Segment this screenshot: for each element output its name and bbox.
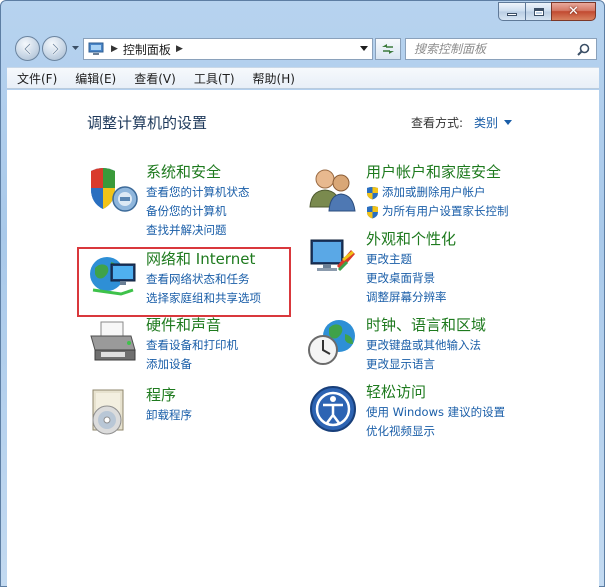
programs-disc-icon[interactable] bbox=[87, 386, 139, 438]
clock-globe-icon[interactable] bbox=[307, 316, 359, 368]
category-title[interactable]: 外观和个性化 bbox=[366, 230, 456, 249]
category-title[interactable]: 网络和 Internet bbox=[146, 250, 261, 269]
menu-bar: 文件(F) 编辑(E) 查看(V) 工具(T) 帮助(H) bbox=[7, 67, 599, 89]
maximize-button[interactable] bbox=[525, 2, 551, 21]
category-title[interactable]: 程序 bbox=[146, 386, 192, 405]
view-by-label: 查看方式: bbox=[411, 116, 464, 130]
search-input[interactable] bbox=[414, 42, 569, 56]
menu-view[interactable]: 查看(V) bbox=[124, 70, 184, 87]
link-windows-recommended-settings[interactable]: 使用 Windows 建议的设置 bbox=[366, 403, 505, 422]
shield-pc-icon[interactable] bbox=[87, 163, 139, 215]
ease-of-access-icon[interactable] bbox=[307, 383, 359, 435]
view-by-value[interactable]: 类别 bbox=[474, 114, 498, 131]
chevron-down-icon bbox=[71, 46, 79, 50]
link-add-remove-users[interactable]: 添加或删除用户帐户 bbox=[366, 183, 509, 202]
category-network: 网络和 Internet 查看网络状态和任务 选择家庭组和共享选项 bbox=[87, 250, 261, 308]
category-title[interactable]: 用户帐户和家庭安全 bbox=[366, 163, 509, 182]
category-title[interactable]: 系统和安全 bbox=[146, 163, 250, 182]
category-ease-of-access: 轻松访问 使用 Windows 建议的设置 优化视频显示 bbox=[307, 383, 505, 441]
chevron-down-icon bbox=[504, 120, 513, 125]
close-icon: ✕ bbox=[568, 4, 579, 19]
search-box[interactable] bbox=[405, 38, 597, 60]
link-troubleshoot[interactable]: 查找并解决问题 bbox=[146, 221, 250, 240]
link-add-device[interactable]: 添加设备 bbox=[146, 355, 238, 374]
uac-shield-icon bbox=[367, 186, 378, 199]
link-parental-controls[interactable]: 为所有用户设置家长控制 bbox=[366, 202, 509, 221]
arrow-right-icon bbox=[51, 42, 60, 55]
category-title[interactable]: 轻松访问 bbox=[366, 383, 505, 402]
maximize-icon bbox=[533, 7, 544, 16]
link-homegroup-sharing[interactable]: 选择家庭组和共享选项 bbox=[146, 289, 261, 308]
category-title[interactable]: 硬件和声音 bbox=[146, 316, 238, 335]
link-change-desktop-background[interactable]: 更改桌面背景 bbox=[366, 269, 456, 288]
caption-buttons: ✕ bbox=[498, 2, 596, 21]
page-title: 调整计算机的设置 bbox=[87, 114, 208, 132]
link-backup-computer[interactable]: 备份您的计算机 bbox=[146, 202, 250, 221]
link-change-display-language[interactable]: 更改显示语言 bbox=[366, 355, 486, 374]
printer-icon[interactable] bbox=[87, 316, 139, 368]
breadcrumb-separator: ▶ bbox=[111, 44, 118, 54]
control-panel-icon bbox=[88, 42, 104, 55]
link-change-input-method[interactable]: 更改键盘或其他输入法 bbox=[366, 336, 486, 355]
forward-button[interactable] bbox=[42, 36, 67, 61]
link-label[interactable]: 为所有用户设置家长控制 bbox=[382, 202, 509, 221]
back-button[interactable] bbox=[15, 36, 40, 61]
window-frame: ✕ ▶ 控制面板 ▶ 搜索控制面板 文件(F) 编辑(E) 查看(V) 工具(T… bbox=[0, 0, 605, 587]
search-icon[interactable] bbox=[577, 43, 590, 56]
link-screen-resolution[interactable]: 调整屏幕分辨率 bbox=[366, 288, 456, 307]
category-title[interactable]: 时钟、语言和区域 bbox=[366, 316, 486, 335]
breadcrumb-control-panel[interactable]: 控制面板 bbox=[123, 41, 171, 58]
address-dropdown-icon[interactable] bbox=[360, 46, 368, 51]
menu-tools[interactable]: 工具(T) bbox=[184, 70, 243, 87]
monitor-paint-icon[interactable] bbox=[307, 230, 359, 282]
breadcrumb-separator[interactable]: ▶ bbox=[176, 44, 183, 54]
recent-pages-dropdown[interactable] bbox=[70, 44, 80, 54]
category-clock-region: 时钟、语言和区域 更改键盘或其他输入法 更改显示语言 bbox=[307, 316, 486, 374]
content-area: 调整计算机的设置 查看方式: 类别 系统和安全 查看您的计算机状态 备份您的计算… bbox=[7, 90, 599, 587]
category-user-accounts: 用户帐户和家庭安全 添加或删除用户帐户 为所有用户设置家长控制 bbox=[307, 163, 509, 221]
category-appearance: 外观和个性化 更改主题 更改桌面背景 调整屏幕分辨率 bbox=[307, 230, 456, 307]
address-bar[interactable]: ▶ 控制面板 ▶ bbox=[83, 38, 373, 60]
category-programs: 程序 卸载程序 bbox=[87, 386, 192, 438]
link-label[interactable]: 添加或删除用户帐户 bbox=[382, 183, 486, 202]
category-hardware-sound: 硬件和声音 查看设备和打印机 添加设备 bbox=[87, 316, 238, 374]
close-button[interactable]: ✕ bbox=[551, 2, 596, 21]
menu-edit[interactable]: 编辑(E) bbox=[65, 70, 124, 87]
link-devices-printers[interactable]: 查看设备和打印机 bbox=[146, 336, 238, 355]
users-icon[interactable] bbox=[307, 163, 359, 215]
view-by-dropdown[interactable]: 类别 bbox=[474, 114, 513, 131]
network-globe-icon[interactable] bbox=[87, 250, 139, 302]
category-system-security: 系统和安全 查看您的计算机状态 备份您的计算机 查找并解决问题 bbox=[87, 163, 250, 240]
arrow-left-icon bbox=[22, 42, 31, 55]
minimize-button[interactable] bbox=[498, 2, 525, 21]
link-network-status[interactable]: 查看网络状态和任务 bbox=[146, 270, 261, 289]
navigation-buttons bbox=[15, 36, 80, 61]
uac-shield-icon bbox=[367, 205, 378, 218]
menu-help[interactable]: 帮助(H) bbox=[243, 70, 303, 87]
menu-file[interactable]: 文件(F) bbox=[7, 70, 65, 87]
minimize-icon bbox=[507, 13, 517, 16]
refresh-icon bbox=[382, 44, 394, 54]
link-uninstall-program[interactable]: 卸载程序 bbox=[146, 406, 192, 425]
refresh-button[interactable] bbox=[375, 38, 401, 60]
link-check-computer-status[interactable]: 查看您的计算机状态 bbox=[146, 183, 250, 202]
link-change-theme[interactable]: 更改主题 bbox=[366, 250, 456, 269]
link-optimize-display[interactable]: 优化视频显示 bbox=[366, 422, 505, 441]
